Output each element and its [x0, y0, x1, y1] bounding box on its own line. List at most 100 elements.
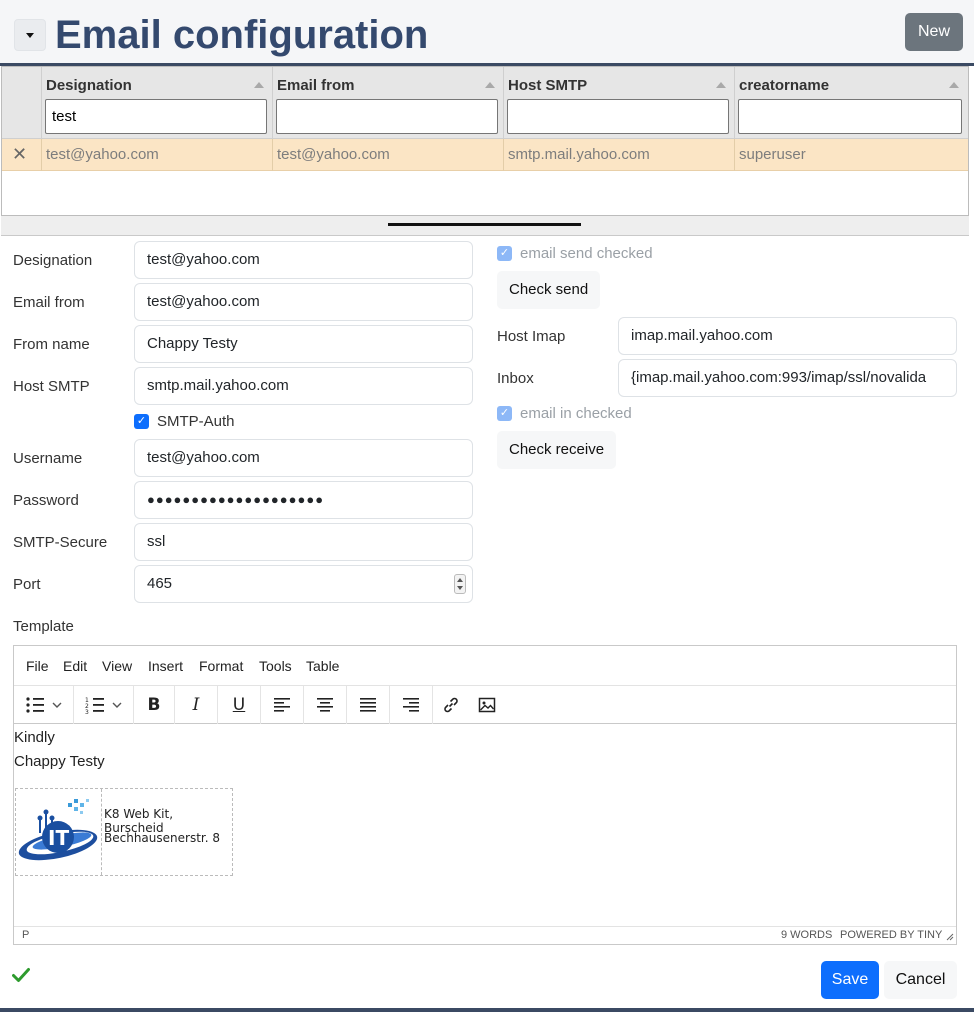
table-cell: test@yahoo.com	[272, 139, 503, 171]
sort-icon[interactable]	[485, 82, 495, 88]
filter-input-creatorname[interactable]	[738, 99, 962, 134]
align-right-button[interactable]	[390, 686, 433, 724]
table-cell: test@yahoo.com	[41, 139, 272, 171]
menu-format[interactable]: Format	[199, 658, 243, 674]
resize-handle-icon[interactable]	[944, 931, 954, 941]
signature-logo-cell: IT	[16, 789, 102, 875]
sort-icon[interactable]	[949, 82, 959, 88]
host-imap-label: Host Imap	[497, 328, 566, 345]
menu-tools[interactable]: Tools	[259, 658, 292, 674]
checkmark-icon	[12, 968, 30, 982]
page-header: Email configuration New	[0, 0, 974, 66]
editor-statusbar: P 9 WORDS POWERED BY TINY	[14, 926, 956, 944]
designation-input[interactable]: test@yahoo.com	[134, 241, 473, 279]
password-label: Password	[13, 492, 79, 509]
resize-splitter[interactable]	[1, 216, 969, 236]
email-in-checked-checkbox: ✓	[497, 406, 512, 421]
link-button[interactable]	[433, 686, 469, 724]
filter-input-designation[interactable]: test	[45, 99, 267, 134]
smtp-secure-input[interactable]: ssl	[134, 523, 473, 561]
records-grid: Designation test Email from Host SMTP cr…	[1, 66, 969, 216]
caret-down-icon	[26, 32, 34, 38]
save-button[interactable]: Save	[821, 961, 879, 999]
username-input[interactable]: test@yahoo.com	[134, 439, 473, 477]
inbox-input[interactable]: {imap.mail.yahoo.com:993/imap/ssl/novali…	[618, 359, 957, 397]
menu-file[interactable]: File	[26, 658, 49, 674]
column-header-host-smtp[interactable]: Host SMTP	[508, 77, 587, 94]
element-path[interactable]: P	[22, 929, 29, 941]
powered-by[interactable]: POWERED BY TINY	[840, 929, 942, 941]
bold-icon: B	[147, 695, 161, 715]
host-smtp-input[interactable]: smtp.mail.yahoo.com	[134, 367, 473, 405]
image-button[interactable]	[469, 686, 505, 724]
host-smtp-label: Host SMTP	[13, 378, 90, 395]
check-send-button[interactable]: Check send	[497, 271, 601, 309]
splitter-handle[interactable]	[388, 223, 581, 226]
collapse-toggle-button[interactable]	[14, 19, 46, 51]
bold-button[interactable]: B	[134, 686, 175, 724]
word-count[interactable]: 9 WORDS	[781, 929, 832, 941]
smtp-auth-checkbox[interactable]: ✓	[134, 414, 149, 429]
italic-button[interactable]: I	[175, 686, 218, 724]
email-send-checked-label: email send checked	[520, 245, 653, 262]
sort-icon[interactable]	[716, 82, 726, 88]
from-name-input[interactable]: Chappy Testy	[134, 325, 473, 363]
close-icon[interactable]: ✕	[12, 145, 27, 163]
align-left-button[interactable]	[261, 686, 304, 724]
filter-input-host-smtp[interactable]	[507, 99, 729, 134]
content-line: Kindly	[14, 729, 55, 746]
email-from-label: Email from	[13, 294, 85, 311]
align-justify-button[interactable]	[347, 686, 390, 724]
table-cell: superuser	[734, 139, 968, 171]
inbox-label: Inbox	[497, 370, 534, 387]
column-header-designation[interactable]: Designation	[46, 77, 132, 94]
password-input[interactable]: ●●●●●●●●●●●●●●●●●●●●	[134, 481, 473, 519]
align-center-button[interactable]	[304, 686, 347, 724]
it-logo-icon: IT	[18, 799, 98, 861]
bullet-list-icon	[25, 697, 61, 713]
email-in-checked-label: email in checked	[520, 405, 632, 422]
italic-icon: I	[192, 695, 200, 715]
from-name-label: From name	[13, 336, 90, 353]
table-cell: smtp.mail.yahoo.com	[503, 139, 734, 171]
filter-input-email-from[interactable]	[276, 99, 498, 134]
editor-content[interactable]: Kindly Chappy Testy IT K8 Web Kit, Bursc…	[14, 725, 956, 925]
svg-text:3: 3	[85, 709, 89, 714]
designation-label: Designation	[13, 252, 93, 269]
image-icon	[478, 697, 496, 713]
username-label: Username	[13, 450, 83, 467]
table-row[interactable]: ✕ test@yahoo.com test@yahoo.com smtp.mai…	[2, 139, 968, 171]
numbered-list-button[interactable]: 1 2 3	[74, 686, 134, 724]
host-imap-input[interactable]: imap.mail.yahoo.com	[618, 317, 957, 355]
stepper-icon[interactable]	[454, 574, 466, 594]
link-icon	[444, 697, 458, 713]
port-value: 465	[147, 575, 173, 592]
port-label: Port	[13, 576, 41, 593]
numbered-list-icon: 1 2 3	[85, 697, 121, 714]
svg-text:IT: IT	[48, 826, 69, 850]
template-editor: File Edit View Insert Format Tools Table…	[13, 645, 957, 945]
column-header-creatorname[interactable]: creatorname	[739, 77, 829, 94]
smtp-secure-label: SMTP-Secure	[13, 534, 108, 551]
bullet-list-button[interactable]	[14, 686, 74, 724]
align-right-icon	[403, 698, 419, 712]
align-left-icon	[274, 698, 290, 712]
template-label: Template	[13, 618, 74, 635]
menu-insert[interactable]: Insert	[148, 658, 183, 674]
menu-edit[interactable]: Edit	[63, 658, 87, 674]
underline-icon: U	[232, 695, 246, 715]
port-input[interactable]: 465	[134, 565, 473, 603]
column-header-email-from[interactable]: Email from	[277, 77, 355, 94]
email-send-checked-checkbox: ✓	[497, 246, 512, 261]
menu-view[interactable]: View	[102, 658, 132, 674]
check-receive-button[interactable]: Check receive	[497, 431, 617, 469]
align-center-icon	[317, 698, 333, 712]
smtp-auth-label: SMTP-Auth	[157, 413, 235, 430]
signature-table: IT K8 Web Kit, Burscheid Bechhausenerstr…	[15, 788, 233, 876]
menu-table[interactable]: Table	[306, 658, 339, 674]
new-button[interactable]: New	[905, 13, 963, 51]
sort-icon[interactable]	[254, 82, 264, 88]
underline-button[interactable]: U	[218, 686, 261, 724]
cancel-button[interactable]: Cancel	[884, 961, 957, 999]
email-from-input[interactable]: test@yahoo.com	[134, 283, 473, 321]
